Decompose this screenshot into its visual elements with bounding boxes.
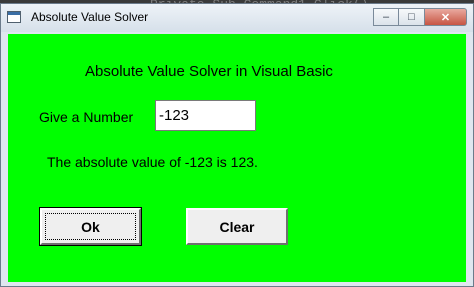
form-client-area: Absolute Value Solver in Visual Basic Gi… [8, 34, 466, 282]
form-heading: Absolute Value Solver in Visual Basic [85, 63, 333, 80]
number-prompt-label: Give a Number [39, 109, 134, 125]
window-title: Absolute Value Solver [31, 10, 149, 24]
minimize-button[interactable]: – [373, 8, 399, 26]
title-bar[interactable]: Absolute Value Solver – □ ✕ [1, 4, 473, 32]
clear-button-label: Clear [219, 218, 255, 235]
app-window-icon[interactable] [7, 11, 21, 23]
maximize-button[interactable]: □ [399, 8, 425, 26]
close-button[interactable]: ✕ [425, 8, 467, 26]
clear-button[interactable]: Clear [186, 208, 288, 245]
ok-button-label: Ok [81, 218, 100, 235]
result-label: The absolute value of -123 is 123. [47, 154, 258, 170]
app-window: Absolute Value Solver – □ ✕ Absolute Val… [0, 3, 474, 287]
window-controls: – □ ✕ [373, 8, 467, 27]
number-input[interactable] [155, 100, 256, 131]
ok-button[interactable]: Ok [39, 207, 142, 246]
